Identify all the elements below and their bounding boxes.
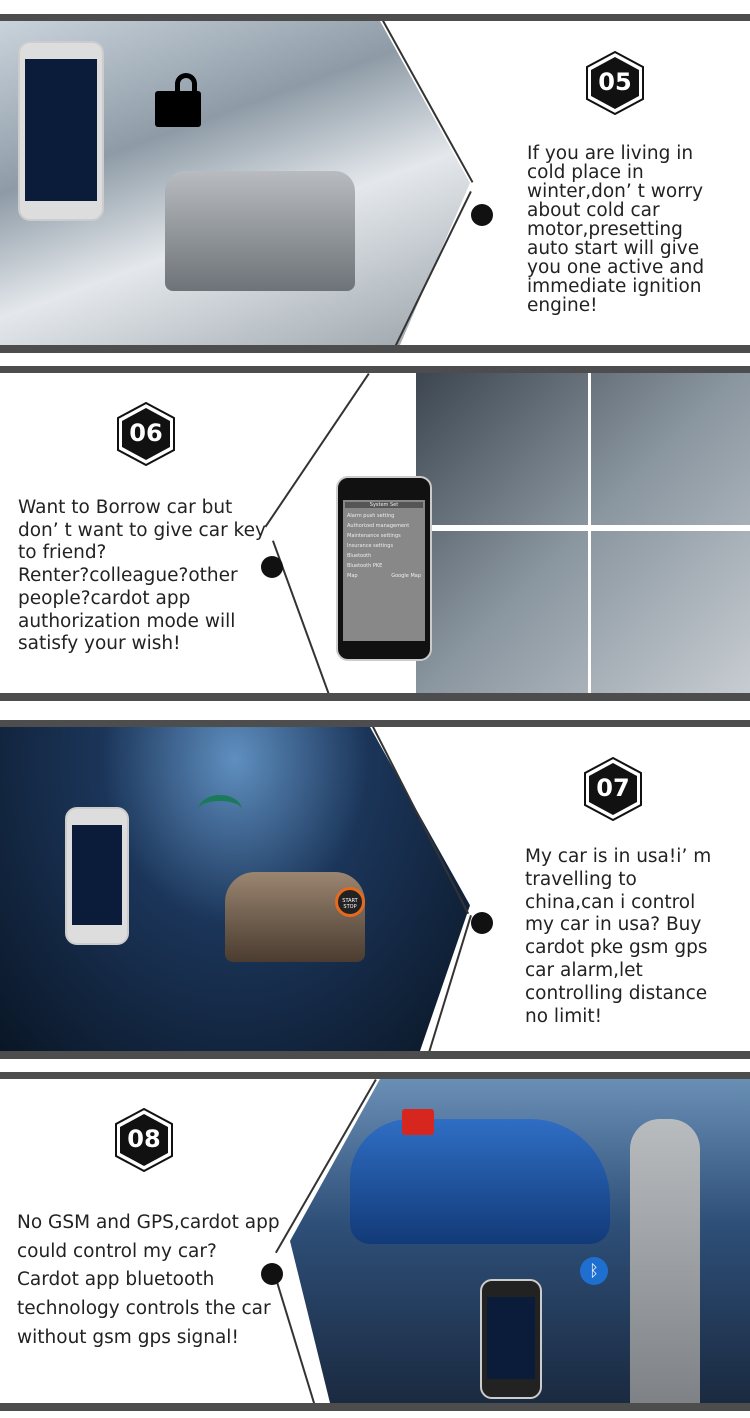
menu-item[interactable]: Maintenance settings xyxy=(345,531,423,541)
number-badge: 06 xyxy=(115,401,177,467)
feature-section-05: 05 If you are living in cold place in wi… xyxy=(0,14,750,353)
feature-section-07: START STOP 07 My car is in usa!i’ m trav… xyxy=(0,720,750,1059)
world-map-car-image: START STOP xyxy=(0,727,470,1051)
menu-item[interactable]: Alarm push setting xyxy=(345,511,423,521)
badge-number: 07 xyxy=(596,774,630,802)
man-figure xyxy=(630,1119,700,1403)
badge-number: 08 xyxy=(127,1125,161,1153)
badge-number: 05 xyxy=(598,68,632,96)
number-badge: 05 xyxy=(584,50,646,116)
feature-section-06: System Set Alarm push setting Authorized… xyxy=(0,366,750,701)
bullet-dot xyxy=(471,204,493,226)
map-label: Map xyxy=(347,573,358,579)
feature-description: Want to Borrow car but don’ t want to gi… xyxy=(18,497,266,655)
unlock-icon xyxy=(402,1109,434,1135)
badge-number: 06 xyxy=(129,419,163,447)
blue-car-man-image: ᛒ xyxy=(290,1079,750,1403)
number-badge: 07 xyxy=(582,756,644,822)
unlock-icon xyxy=(155,73,201,127)
phone-app-image xyxy=(18,41,104,221)
feature-description: No GSM and GPS,cardot app could control … xyxy=(17,1212,280,1348)
phone-system-set: System Set Alarm push setting Authorized… xyxy=(336,476,432,661)
feature-description: If you are living in cold place in winte… xyxy=(527,143,705,316)
bluetooth-icon: ᛒ xyxy=(580,1257,608,1285)
start-stop-button: START STOP xyxy=(335,887,365,917)
bluetooth-pke-toggle[interactable]: Bluetooth PKE xyxy=(345,561,423,571)
women-phones-image xyxy=(416,373,750,693)
screen-title: System Set xyxy=(345,502,423,508)
feature-section-08: ᛒ 08 No GSM and GPS,cardot app could con… xyxy=(0,1072,750,1411)
menu-item[interactable]: Insurance settings xyxy=(345,541,423,551)
bullet-dot xyxy=(471,912,493,934)
phone-app-image xyxy=(65,807,129,945)
feature-description: My car is in usa!i’ m travelling to chin… xyxy=(525,846,712,1027)
number-badge: 08 xyxy=(113,1107,175,1173)
sedan-car xyxy=(225,872,365,962)
map-value[interactable]: Google Map xyxy=(391,573,421,579)
bluetooth-toggle[interactable]: Bluetooth xyxy=(345,551,423,561)
suv-car xyxy=(165,171,355,291)
menu-item[interactable]: Authorized management xyxy=(345,521,423,531)
blue-car xyxy=(350,1119,610,1244)
snow-car-image xyxy=(0,21,470,345)
phone-app-image xyxy=(480,1279,542,1399)
signal-icon xyxy=(198,795,242,825)
